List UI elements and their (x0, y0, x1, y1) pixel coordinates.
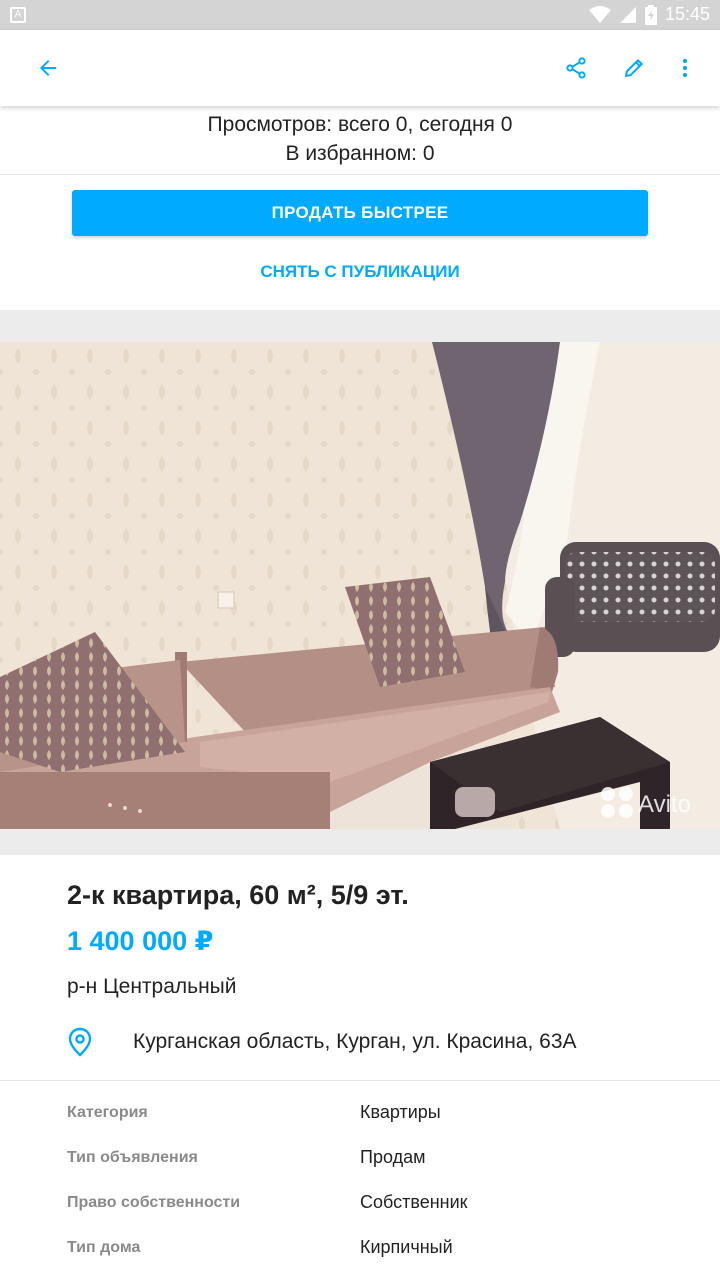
section-gap (0, 310, 720, 342)
wifi-icon (588, 5, 611, 23)
listing-price: 1 400 000 ₽ (67, 926, 214, 956)
param-key: Категория (67, 1104, 148, 1121)
location-pin-icon (68, 1027, 92, 1057)
unpublish-button[interactable]: СНЯТЬ С ПУБЛИКАЦИИ (72, 252, 648, 292)
param-key: Тип дома (67, 1239, 141, 1256)
param-value: Квартиры (360, 1102, 441, 1122)
more-vert-icon (682, 58, 688, 78)
divider (0, 1080, 720, 1081)
section-gap-2 (0, 829, 720, 855)
status-icons: 15:45 (588, 4, 710, 25)
sell-faster-button[interactable]: ПРОДАТЬ БЫСТРЕЕ (72, 190, 648, 236)
share-button[interactable] (556, 48, 596, 88)
watermark-text: Avito (638, 791, 691, 818)
divider (0, 174, 720, 175)
param-row-category: Категория Квартиры (0, 1096, 720, 1136)
signal-icon (619, 6, 636, 23)
param-row-ownership: Право собственности Собственник (0, 1186, 720, 1226)
listing-photo[interactable]: Avito (0, 342, 720, 829)
app-bar (0, 30, 720, 106)
address-row[interactable]: Курганская область, Курган, ул. Красина,… (67, 1025, 687, 1061)
more-button[interactable] (665, 48, 705, 88)
back-button[interactable] (28, 48, 68, 88)
param-value: Продам (360, 1147, 426, 1167)
status-bar: A 15:45 (0, 0, 720, 30)
views-count: Просмотров: всего 0, сегодня 0 (207, 113, 513, 136)
param-key: Право собственности (67, 1194, 241, 1211)
listing-title: 2-к квартира, 60 м², 5/9 эт. (67, 880, 409, 910)
room-illustration: Avito (0, 342, 720, 829)
param-row-house-type: Тип дома Кирпичный (0, 1231, 720, 1271)
listing-stats: Просмотров: всего 0, сегодня 0 В избранн… (0, 110, 720, 168)
listing-address: Курганская область, Курган, ул. Красина,… (133, 1030, 577, 1053)
param-value: Собственник (360, 1192, 468, 1212)
notification-icon: A (10, 7, 26, 23)
param-key: Тип объявления (67, 1149, 198, 1166)
param-row-ad-type: Тип объявления Продам (0, 1141, 720, 1181)
status-time: 15:45 (664, 4, 710, 24)
back-arrow-icon (40, 60, 56, 76)
battery-icon (644, 4, 657, 25)
share-icon (566, 57, 586, 79)
favorites-count: В избранном: 0 (285, 142, 435, 165)
edit-button[interactable] (614, 48, 654, 88)
listing-district: р-н Центральный (67, 975, 237, 998)
edit-pencil-icon (625, 59, 643, 77)
param-value: Кирпичный (360, 1237, 453, 1257)
